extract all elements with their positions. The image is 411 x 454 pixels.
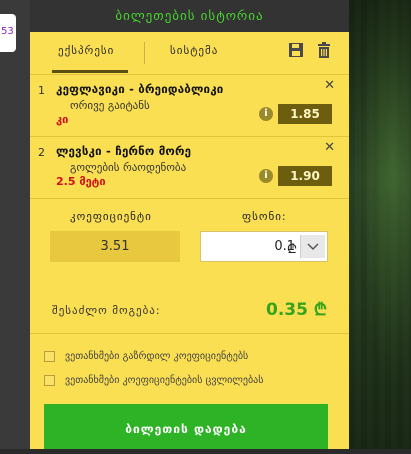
remove-bet-icon[interactable]: ✕: [324, 140, 335, 155]
info-icon[interactable]: i: [259, 107, 273, 121]
bet-market: ორივე გაიტანს: [70, 99, 150, 112]
accept-increased-odds-checkbox[interactable]: ვეთანხმები გაზრდილ კოეფიციენტებს: [44, 349, 248, 363]
left-background: 53: [0, 0, 30, 449]
bet-selection: 2.5 მეტი: [56, 175, 106, 188]
bet-odds: 1.90: [278, 166, 332, 186]
bet-event: კეფლავიკი - ბრეიდაბლიკი: [56, 82, 224, 96]
trash-icon[interactable]: [316, 42, 334, 60]
bet-odds: 1.85: [278, 104, 332, 124]
bet-number: 2: [38, 146, 45, 159]
bet-market: გოლების რაოდენობა: [70, 161, 187, 174]
checkbox-box[interactable]: [44, 374, 55, 386]
accept-odds-change-checkbox[interactable]: ვეთანხმები კოეფიციენტების ცვლილებას: [44, 373, 263, 387]
currency-symbol: ₾: [286, 242, 297, 257]
bet-number: 1: [38, 84, 45, 97]
bet-type-tabs: ექსპრესი სისტემა: [30, 34, 349, 75]
stake-label: ფსონი:: [242, 210, 287, 223]
tab-express[interactable]: ექსპრესი: [58, 44, 114, 57]
betslip-header[interactable]: ბილეთების ისტორია: [30, 0, 349, 32]
tab-separator: [144, 42, 145, 64]
checkbox-box[interactable]: [44, 350, 55, 362]
tab-system[interactable]: სისტემა: [170, 44, 218, 57]
remove-bet-icon[interactable]: ✕: [324, 78, 335, 93]
checkbox-label: ვეთანხმები კოეფიციენტების ცვლილებას: [65, 374, 264, 386]
active-tab-indicator: [52, 70, 128, 73]
info-icon[interactable]: i: [259, 169, 273, 183]
header-title: ბილეთების ისტორია: [115, 8, 264, 24]
divider: [30, 333, 349, 334]
possible-winnings-value: 0.35 ₾: [266, 300, 327, 320]
coefficient-label: კოეფიციენტი: [70, 210, 152, 223]
betslip-panel: ბილეთების ისტორია ექსპრესი სისტემა 1 კეფ…: [30, 0, 349, 449]
bet-item: 2 ლევსკი - ჩერნო მორე გოლების რაოდენობა …: [30, 136, 349, 199]
right-background-image: [349, 0, 411, 449]
stake-input[interactable]: 0.1 ₾: [200, 231, 328, 262]
side-card[interactable]: 53: [0, 14, 16, 52]
place-bet-button[interactable]: ბილეთის დადება: [44, 404, 328, 449]
possible-winnings-label: შესაძლო მოგება:: [52, 304, 161, 317]
save-icon[interactable]: [288, 42, 306, 60]
bet-event: ლევსკი - ჩერნო მორე: [56, 144, 192, 158]
side-badge: 53: [1, 26, 14, 37]
bet-selection: კი: [56, 113, 69, 126]
bet-item: 1 კეფლავიკი - ბრეიდაბლიკი ორივე გაიტანს …: [30, 74, 349, 137]
checkbox-label: ვეთანხმები გაზრდილ კოეფიციენტებს: [65, 350, 249, 362]
coefficient-value: 3.51: [50, 231, 180, 262]
stake-dropdown-chevron-down-icon[interactable]: [300, 235, 325, 258]
